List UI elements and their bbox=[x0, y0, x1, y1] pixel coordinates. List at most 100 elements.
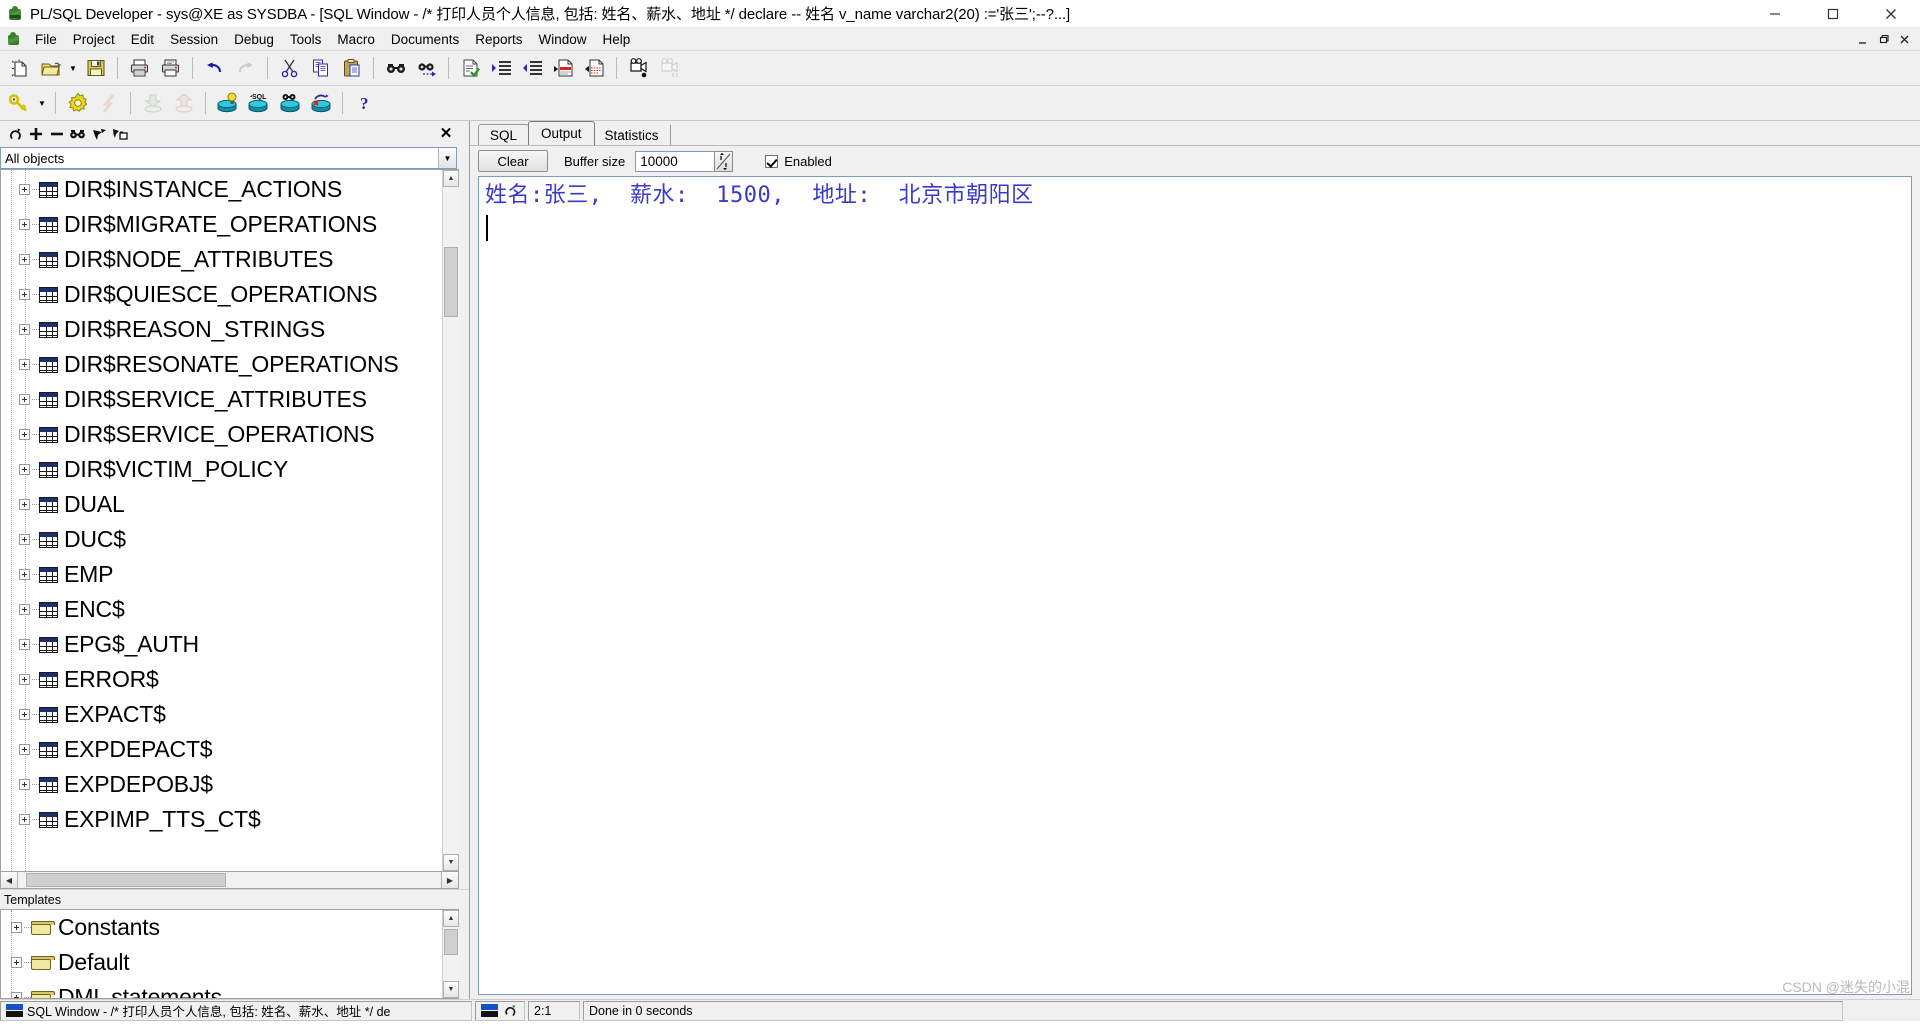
menu-project[interactable]: Project bbox=[65, 30, 123, 49]
tree-vertical-scrollbar[interactable]: ▲ ▼ bbox=[442, 170, 459, 871]
import-icon[interactable] bbox=[137, 89, 168, 118]
tree-item[interactable]: EPG$_AUTH bbox=[1, 627, 442, 662]
export-icon[interactable] bbox=[168, 89, 199, 118]
play-macro-icon[interactable] bbox=[654, 54, 685, 83]
execute-gear-icon[interactable] bbox=[62, 89, 93, 118]
expand-plus-icon[interactable] bbox=[19, 324, 30, 335]
tree-item[interactable]: DIR$RESONATE_OPERATIONS bbox=[1, 347, 442, 382]
scroll-track[interactable] bbox=[18, 872, 441, 888]
tree-item[interactable]: EXPDEPACT$ bbox=[1, 732, 442, 767]
cut-icon[interactable] bbox=[274, 54, 305, 83]
expand-plus-icon[interactable] bbox=[11, 922, 22, 933]
scroll-up-button[interactable]: ▲ bbox=[443, 910, 459, 927]
tree-item[interactable]: ERROR$ bbox=[1, 662, 442, 697]
object-filter-combo[interactable]: All objects ▼ bbox=[0, 147, 457, 169]
tree-item[interactable]: EXPIMP_TTS_CT$ bbox=[1, 802, 442, 837]
scroll-thumb[interactable] bbox=[444, 247, 458, 317]
menu-window[interactable]: Window bbox=[530, 30, 594, 49]
templates-vertical-scrollbar[interactable]: ▲ ▼ bbox=[442, 910, 459, 998]
expand-plus-icon[interactable] bbox=[19, 464, 30, 475]
expand-plus-icon[interactable] bbox=[19, 394, 30, 405]
scroll-up-button[interactable]: ▲ bbox=[443, 170, 459, 187]
output-text-area[interactable]: 姓名:张三, 薪水: 1500, 地址: 北京市朝阳区 bbox=[478, 176, 1912, 995]
expand-plus-icon[interactable] bbox=[11, 957, 22, 968]
scroll-down-button[interactable]: ▼ bbox=[443, 981, 459, 998]
expand-plus-icon[interactable] bbox=[19, 534, 30, 545]
uncomment-icon[interactable] bbox=[579, 54, 610, 83]
menu-help[interactable]: Help bbox=[595, 30, 639, 49]
tab-statistics[interactable]: Statistics bbox=[593, 125, 671, 145]
expand-plus-icon[interactable] bbox=[19, 219, 30, 230]
maximize-button[interactable] bbox=[1804, 0, 1862, 28]
close-button[interactable] bbox=[1862, 0, 1920, 28]
menu-file[interactable]: File bbox=[27, 30, 65, 49]
paste-icon[interactable] bbox=[336, 54, 367, 83]
folder-filter-icon[interactable] bbox=[109, 124, 130, 145]
expand-plus-icon[interactable] bbox=[19, 184, 30, 195]
find-icon[interactable] bbox=[380, 54, 411, 83]
tree-item[interactable]: EMP bbox=[1, 557, 442, 592]
scroll-track[interactable] bbox=[443, 927, 459, 981]
tree-item[interactable]: DUAL bbox=[1, 487, 442, 522]
scroll-right-button[interactable]: ▶ bbox=[441, 872, 458, 888]
tree-item[interactable]: DIR$MIGRATE_OPERATIONS bbox=[1, 207, 442, 242]
find-next-icon[interactable] bbox=[411, 54, 442, 83]
tree-item[interactable]: DIR$REASON_STRINGS bbox=[1, 312, 442, 347]
help-icon[interactable]: ? bbox=[349, 89, 380, 118]
minimize-button[interactable] bbox=[1746, 0, 1804, 28]
mdi-restore-button[interactable] bbox=[1876, 32, 1891, 47]
collapse-all-icon[interactable] bbox=[46, 124, 67, 145]
clear-button[interactable]: Clear bbox=[478, 150, 548, 172]
spinner-updown-icon[interactable] bbox=[714, 150, 734, 172]
expand-plus-icon[interactable] bbox=[19, 639, 30, 650]
menu-session[interactable]: Session bbox=[162, 30, 226, 49]
menu-reports[interactable]: Reports bbox=[467, 30, 530, 49]
refresh-icon[interactable] bbox=[4, 124, 25, 145]
expand-plus-icon[interactable] bbox=[19, 359, 30, 370]
open-dropdown-arrow-icon[interactable]: ▼ bbox=[66, 54, 80, 83]
expand-plus-icon[interactable] bbox=[11, 992, 22, 998]
mdi-minimize-button[interactable] bbox=[1855, 32, 1870, 47]
expand-plus-icon[interactable] bbox=[19, 499, 30, 510]
tab-sql[interactable]: SQL bbox=[478, 124, 530, 145]
chevron-down-icon[interactable]: ▼ bbox=[438, 148, 456, 168]
tree-item[interactable]: EXPDEPOBJ$ bbox=[1, 767, 442, 802]
save-icon[interactable] bbox=[80, 54, 111, 83]
filter-icon[interactable] bbox=[88, 124, 109, 145]
scroll-thumb[interactable] bbox=[444, 929, 458, 955]
logon-dropdown-arrow-icon[interactable]: ▼ bbox=[35, 89, 49, 118]
enabled-checkbox[interactable] bbox=[765, 154, 779, 168]
sql-db-icon[interactable]: SQL bbox=[243, 89, 274, 118]
expand-plus-icon[interactable] bbox=[19, 254, 30, 265]
tree-item[interactable]: DIR$INSTANCE_ACTIONS bbox=[1, 172, 442, 207]
tree-item[interactable]: ENC$ bbox=[1, 592, 442, 627]
redo-icon[interactable] bbox=[230, 54, 261, 83]
expand-all-icon[interactable] bbox=[25, 124, 46, 145]
tree-item[interactable]: DUC$ bbox=[1, 522, 442, 557]
scroll-left-button[interactable]: ◀ bbox=[1, 872, 18, 888]
break-icon[interactable] bbox=[93, 89, 124, 118]
tab-output[interactable]: Output bbox=[528, 121, 595, 145]
templates-tree[interactable]: Constants Default DML statements bbox=[1, 910, 442, 998]
indent-icon[interactable] bbox=[486, 54, 517, 83]
expand-plus-icon[interactable] bbox=[19, 604, 30, 615]
expand-plus-icon[interactable] bbox=[19, 744, 30, 755]
object-tree[interactable]: DIR$INSTANCE_ACTIONS DIR$MIGRATE_OPERATI… bbox=[1, 170, 442, 871]
tree-horizontal-scrollbar[interactable]: ◀ ▶ bbox=[0, 872, 459, 889]
tree-item[interactable]: EXPACT$ bbox=[1, 697, 442, 732]
scroll-track[interactable] bbox=[443, 187, 459, 854]
explain-plan-icon[interactable] bbox=[212, 89, 243, 118]
close-browser-button[interactable]: ✕ bbox=[437, 124, 455, 142]
template-item[interactable]: DML statements bbox=[1, 980, 442, 998]
tree-item[interactable]: DIR$VICTIM_POLICY bbox=[1, 452, 442, 487]
record-macro-icon[interactable] bbox=[623, 54, 654, 83]
new-icon[interactable] bbox=[4, 54, 35, 83]
menu-debug[interactable]: Debug bbox=[226, 30, 282, 49]
find-db-object-icon[interactable] bbox=[274, 89, 305, 118]
expand-plus-icon[interactable] bbox=[19, 709, 30, 720]
tree-item[interactable]: DIR$SERVICE_OPERATIONS bbox=[1, 417, 442, 452]
expand-plus-icon[interactable] bbox=[19, 289, 30, 300]
expand-plus-icon[interactable] bbox=[19, 779, 30, 790]
open-icon[interactable] bbox=[35, 54, 66, 83]
expand-plus-icon[interactable] bbox=[19, 814, 30, 825]
